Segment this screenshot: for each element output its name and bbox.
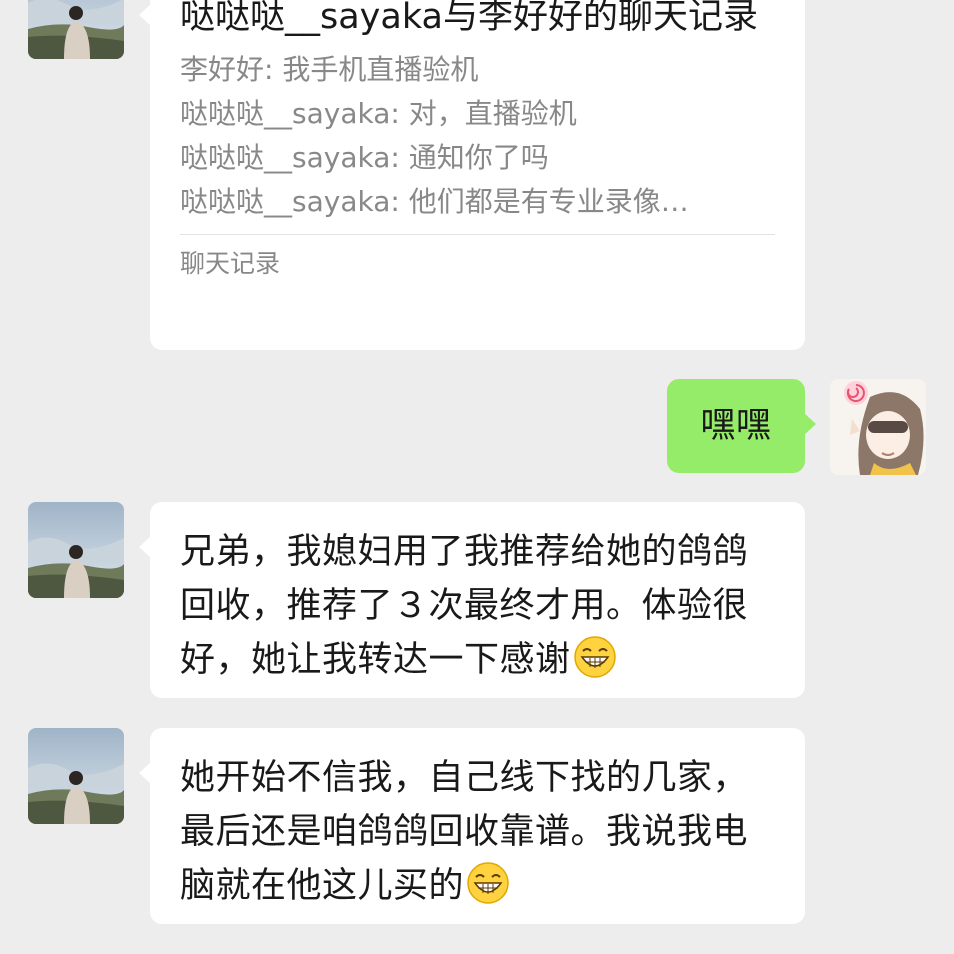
avatar-photo-icon [28,0,124,59]
avatar-photo-icon [28,728,124,824]
chat-record-line: 哒哒哒__sayaka: 对，直播验机 [180,97,577,130]
avatar-photo-icon [28,502,124,598]
grin-emoji-icon [466,861,510,905]
grin-emoji-icon [573,635,617,679]
message-text: 她开始不信我，自己线下找的几家，最后还是咱鸽鸽回收靠谱。我说我电脑就在他这儿买的 [180,758,749,906]
contact-avatar[interactable] [28,0,124,59]
anime-avatar-icon [830,379,926,475]
message-text: 嘿嘿 [700,406,772,446]
chat-record-line: 哒哒哒__sayaka: 通知你了吗 [180,141,549,174]
chat-record-line: 哒哒哒__sayaka: 他们都是有专业录像… [180,185,689,218]
message-bubble[interactable]: 她开始不信我，自己线下找的几家，最后还是咱鸽鸽回收靠谱。我说我电脑就在他这儿买的 [139,728,805,924]
my-message-bubble[interactable]: 嘿嘿 [667,379,816,473]
chat-record-footer: 聊天记录 [180,249,281,278]
message-bubble[interactable]: 兄弟，我媳妇用了我推荐给她的鸽鸽回收，推荐了３次最终才用。体验很好，她让我转达一… [139,502,805,698]
chat-record-card[interactable]: 哒哒哒__sayaka与李好好的聊天记录 李好好: 我手机直播验机 哒哒哒__s… [139,0,805,350]
contact-avatar[interactable] [28,728,124,824]
contact-avatar[interactable] [28,502,124,598]
chat-record-title: 哒哒哒__sayaka与李好好的聊天记录 [180,0,758,37]
message-text: 兄弟，我媳妇用了我推荐给她的鸽鸽回收，推荐了３次最终才用。体验很好，她让我转达一… [180,532,749,680]
my-avatar[interactable] [830,379,926,475]
chat-record-line: 李好好: 我手机直播验机 [180,53,479,86]
